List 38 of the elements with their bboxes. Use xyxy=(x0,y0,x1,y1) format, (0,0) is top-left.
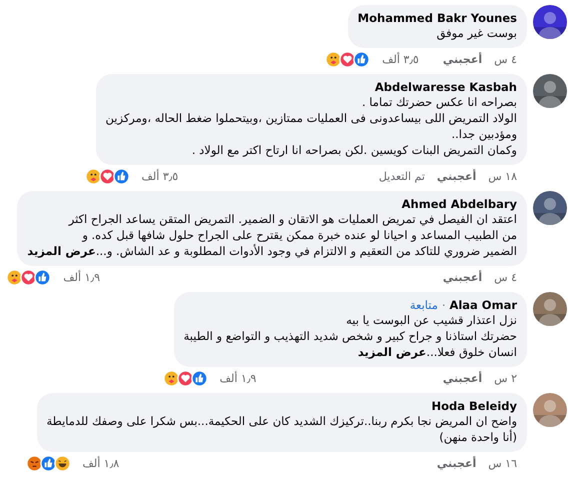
comment-time[interactable]: ٢ س xyxy=(494,372,517,385)
commenter-name[interactable]: Ahmed Abdelbary xyxy=(402,197,517,211)
like-link[interactable]: أعجبني xyxy=(442,53,482,66)
reaction-count[interactable]: ٣٫٥ ألف xyxy=(382,53,419,66)
like-link[interactable]: أعجبني xyxy=(442,372,482,385)
comment-text: انسان خلوق فعلا...عرض المزيد xyxy=(356,344,517,360)
comment-text: (أنا واحدة منهن) xyxy=(438,429,517,445)
comment-time[interactable]: ١٨ س xyxy=(488,170,517,183)
see-more-link[interactable]: عرض المزيد xyxy=(358,345,426,359)
reaction-count[interactable]: ١٫٨ ألف xyxy=(82,457,120,470)
like-link[interactable]: أعجبني xyxy=(442,271,482,284)
reaction-count[interactable]: ١٫٩ ألف xyxy=(220,372,256,385)
comment-text: واضح ان المريض نجا بكرم ربنا..تركيزك الشديد كان على الحكيمة...بس شكرا على وصفك للدمايطة xyxy=(46,413,517,429)
like-link[interactable]: أعجبني xyxy=(436,457,476,470)
reaction-count[interactable]: ١٫٩ ألف xyxy=(63,271,100,284)
separator-dot: · xyxy=(442,298,446,312)
comment-text: نزل اعتذار قشيب عن البوست يا بيه xyxy=(345,312,517,328)
comment-time[interactable]: ٤ س xyxy=(494,53,517,66)
comment-text: من الطبيب المساعد و احيانا لو عنده خبرة ممكن يقترح على الجراح حلول شافها قبل كده. و xyxy=(80,227,517,243)
comment-time[interactable]: ١٦ س xyxy=(488,457,517,470)
commenter-name[interactable]: Alaa Omar xyxy=(449,298,517,312)
comment-time[interactable]: ٤ س xyxy=(494,271,517,284)
commenter-name[interactable]: Hoda Beleidy xyxy=(432,399,517,413)
commenter-name[interactable]: Abdelwaresse Kasbah xyxy=(374,80,517,94)
comment-text: الولاد التمريض اللى بيساعدونى فى العمليات ممتازين ،وبيتحملوا ضغط الحاله ،ومركزين xyxy=(106,110,517,126)
like-link[interactable]: أعجبني xyxy=(436,170,476,183)
comment-text: بصراحه انا عكس حضرتك تماما . xyxy=(360,94,517,110)
see-more-link[interactable]: عرض المزيد xyxy=(27,244,96,258)
comment-text: بوست غير موفق xyxy=(436,25,517,41)
comment-text: وكمان التمريض البنات كويسين .لكن بصراحه انا ارتاح اكتر مع الولاد . xyxy=(190,142,517,158)
reaction-count[interactable]: ٣٫٥ ألف xyxy=(142,170,178,183)
comment-text: اعتقد ان الفيصل في تمريض العمليات هو الاتقان و الضمير. التمريض المتقن يساعد الجراح اكثر xyxy=(67,211,517,227)
comment-text: الضمير ضروري للتاكد من التعقيم و الالتزام في وجود الأدوات المطلوبة و عد الشاش. و...عرض المزيد xyxy=(27,243,517,259)
comment-text: ومؤدبين جدا.. xyxy=(450,126,517,142)
commenter-name[interactable]: Mohammed Bakr Younes xyxy=(358,11,517,25)
edited-label: تم التعديل xyxy=(378,170,425,183)
follow-link[interactable]: متابعة xyxy=(410,298,438,312)
comment-text: حضرتك استاذنا و جراح كبير و شخص شديد التهذيب و التواضع و الطيبة xyxy=(184,328,517,344)
